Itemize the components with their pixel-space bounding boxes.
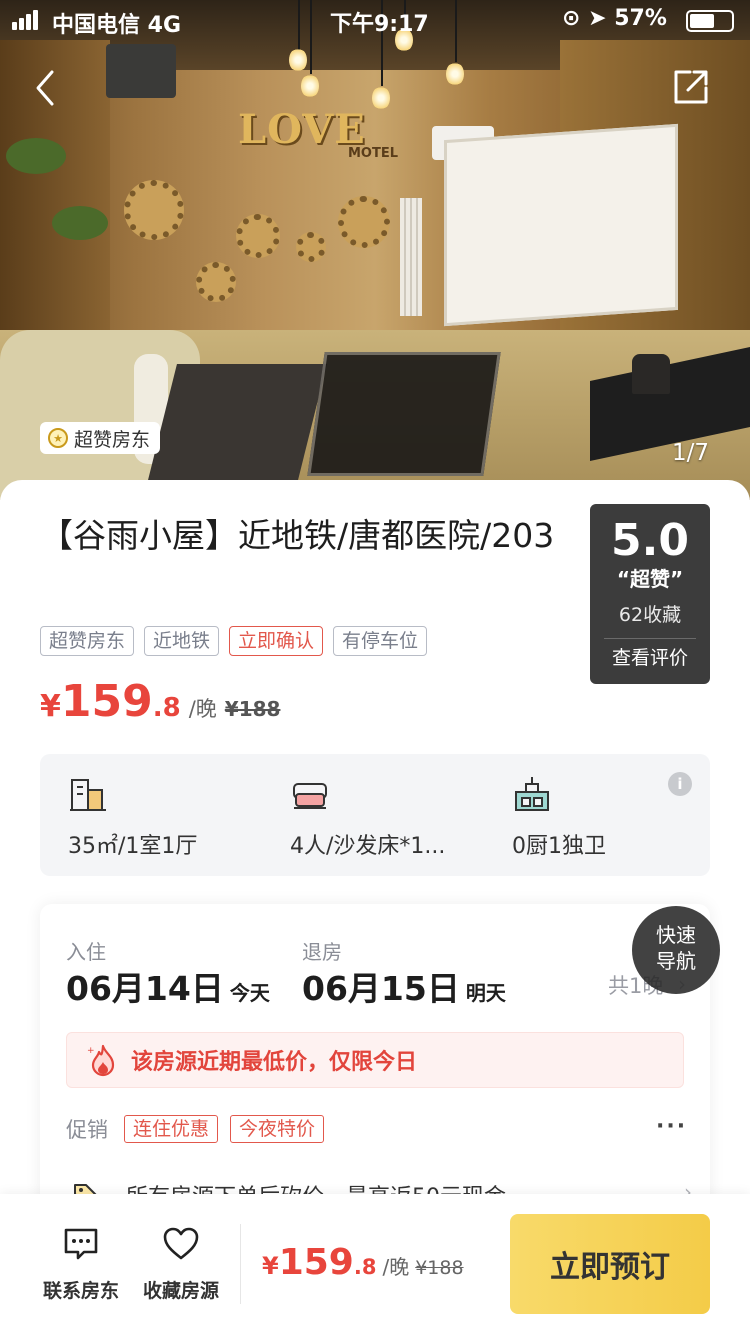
tag-instant-confirm: 立即确认 [229,626,324,656]
location-icon: ➤ [588,6,607,31]
tag-super-host: 超赞房东 [40,626,135,656]
bottom-price-unit: /晚 [382,1255,410,1279]
chevron-left-icon [36,70,54,106]
lowest-price-text: 该房源近期最低价，仅限今日 [131,1050,418,1075]
checkout-label: 退房 [302,940,342,964]
checkout-date: 06月15日 [302,969,460,1008]
heart-icon [163,1227,199,1260]
photo-table [307,352,501,476]
promotion-row[interactable]: 促销 连住优惠 今夜特价 [66,1114,325,1144]
signal-icon [12,10,46,30]
rating-level: “超赞” [616,567,684,591]
contact-host-button[interactable]: 联系房东 [36,1226,126,1303]
quick-nav-line2: 导航 [656,949,696,973]
facility-summary[interactable]: 35㎡/1室1厅 4人/沙发床*1... 0厨1独卫 i [40,754,710,876]
facility-beds: 4人/沙发床*1... [290,774,445,860]
photo-bulb [301,74,319,98]
checkin-date-picker[interactable]: 06月14日 今天 [66,962,270,1010]
listing-detail-page: LOVE MOTEL 中国电信 4G 下午9:17 ⊙ ➤ 57% ★ 超赞房东… [0,0,750,1334]
building-icon [70,779,106,811]
promo-tag-tonight: 今夜特价 [230,1115,325,1143]
bottom-action-bar: 联系房东 收藏房源 ¥ 159 .8 /晚 ¥188 立即预订 [0,1194,750,1334]
photo-bulb [446,62,464,86]
bottom-price: ¥ 159 .8 /晚 ¥188 [262,1242,464,1283]
favorite-button[interactable]: 收藏房源 [136,1226,226,1303]
rating-score: 5.0 [611,515,689,566]
contact-host-label: 联系房东 [42,1280,119,1302]
photo-counter: 1/7 [672,440,710,466]
favorite-count: 62收藏 [618,604,682,626]
back-button[interactable] [26,66,66,110]
photo-gear [236,214,280,258]
tag-parking: 有停车位 [333,626,428,656]
checkin-day: 今天 [229,981,270,1005]
tag-near-metro: 近地铁 [144,626,220,656]
lock-rotation-icon: ⊙ [562,6,581,31]
info-icon[interactable]: i [668,772,692,796]
quick-nav-line1: 快速 [656,923,696,947]
view-reviews-link[interactable]: 查看评价 [590,639,710,677]
listing-price: ¥ 159 .8 /晚 ¥188 [40,676,280,727]
status-bar: 中国电信 4G 下午9:17 ⊙ ➤ 57% [0,0,750,40]
divider [240,1224,241,1304]
battery-percent: 57% [614,6,667,31]
facility-beds-text: 4人/沙发床*1... [290,834,446,859]
photo-projector-screen [444,123,678,327]
favorite-label: 收藏房源 [142,1280,219,1302]
photo-radiator [400,198,422,316]
checkout-day: 明天 [465,981,506,1005]
more-icon[interactable]: ··· [656,1114,687,1139]
photo-plant [52,206,108,240]
facility-kitchen-bath: 0厨1独卫 [512,774,606,860]
quick-nav-button[interactable]: 快速 导航 [632,906,720,994]
facility-area-text: 35㎡/1室1厅 [68,834,198,859]
svg-text:+: + [87,1046,95,1056]
photo-love-sign: LOVE [238,106,366,153]
bottom-price-currency: ¥ [262,1252,279,1280]
photo-gear [196,262,236,302]
photo-chair [632,354,670,394]
photo-bulb [289,48,307,72]
facility-area: 35㎡/1室1厅 [68,774,197,860]
bed-icon [293,783,327,809]
listing-tags: 超赞房东 近地铁 立即确认 有停车位 [40,626,428,656]
photo-gear [338,196,390,248]
star-icon: ★ [48,428,68,448]
original-price: ¥188 [224,697,281,721]
bottom-price-integer: 159 [278,1242,354,1283]
checkin-label: 入住 [66,940,106,964]
photo-heater [106,44,176,98]
share-button[interactable] [670,66,712,108]
chat-icon [64,1228,98,1260]
kitchen-icon [515,777,549,811]
clock: 下午9:17 [330,12,429,37]
book-now-button[interactable]: 立即预订 [510,1214,710,1314]
listing-title: 【谷雨小屋】近地铁/唐都医院/203 [40,516,555,555]
facility-kitchen-bath-text: 0厨1独卫 [512,834,606,859]
status-right: ⊙ ➤ 57% [562,6,667,31]
price-currency: ¥ [40,689,61,724]
price-integer: 159 [60,676,153,727]
super-host-label: 超赞房东 [74,428,151,451]
photo-gear [124,180,184,240]
bottom-original-price: ¥188 [415,1257,464,1279]
checkout-date-picker[interactable]: 06月15日 明天 [302,962,506,1010]
fire-icon: + [87,1044,115,1077]
lowest-price-banner: + 该房源近期最低价，仅限今日 [66,1032,684,1088]
price-unit: /晚 [188,697,217,721]
carrier-label: 中国电信 4G [52,13,182,38]
promotion-label: 促销 [66,1118,108,1142]
checkin-date: 06月14日 [66,969,224,1008]
photo-gear [296,232,326,262]
rating-panel[interactable]: 5.0 “超赞” 62收藏 查看评价 [590,504,710,684]
photo-plant [6,138,66,174]
photo-motel-sign: MOTEL [348,146,399,161]
photo-bulb [372,86,390,110]
super-host-badge: ★ 超赞房东 [40,422,161,454]
price-decimal: .8 [152,693,181,723]
promo-tag-long-stay: 连住优惠 [124,1115,219,1143]
bottom-price-decimal: .8 [353,1255,377,1279]
share-icon [674,70,708,104]
battery-icon [686,10,734,32]
